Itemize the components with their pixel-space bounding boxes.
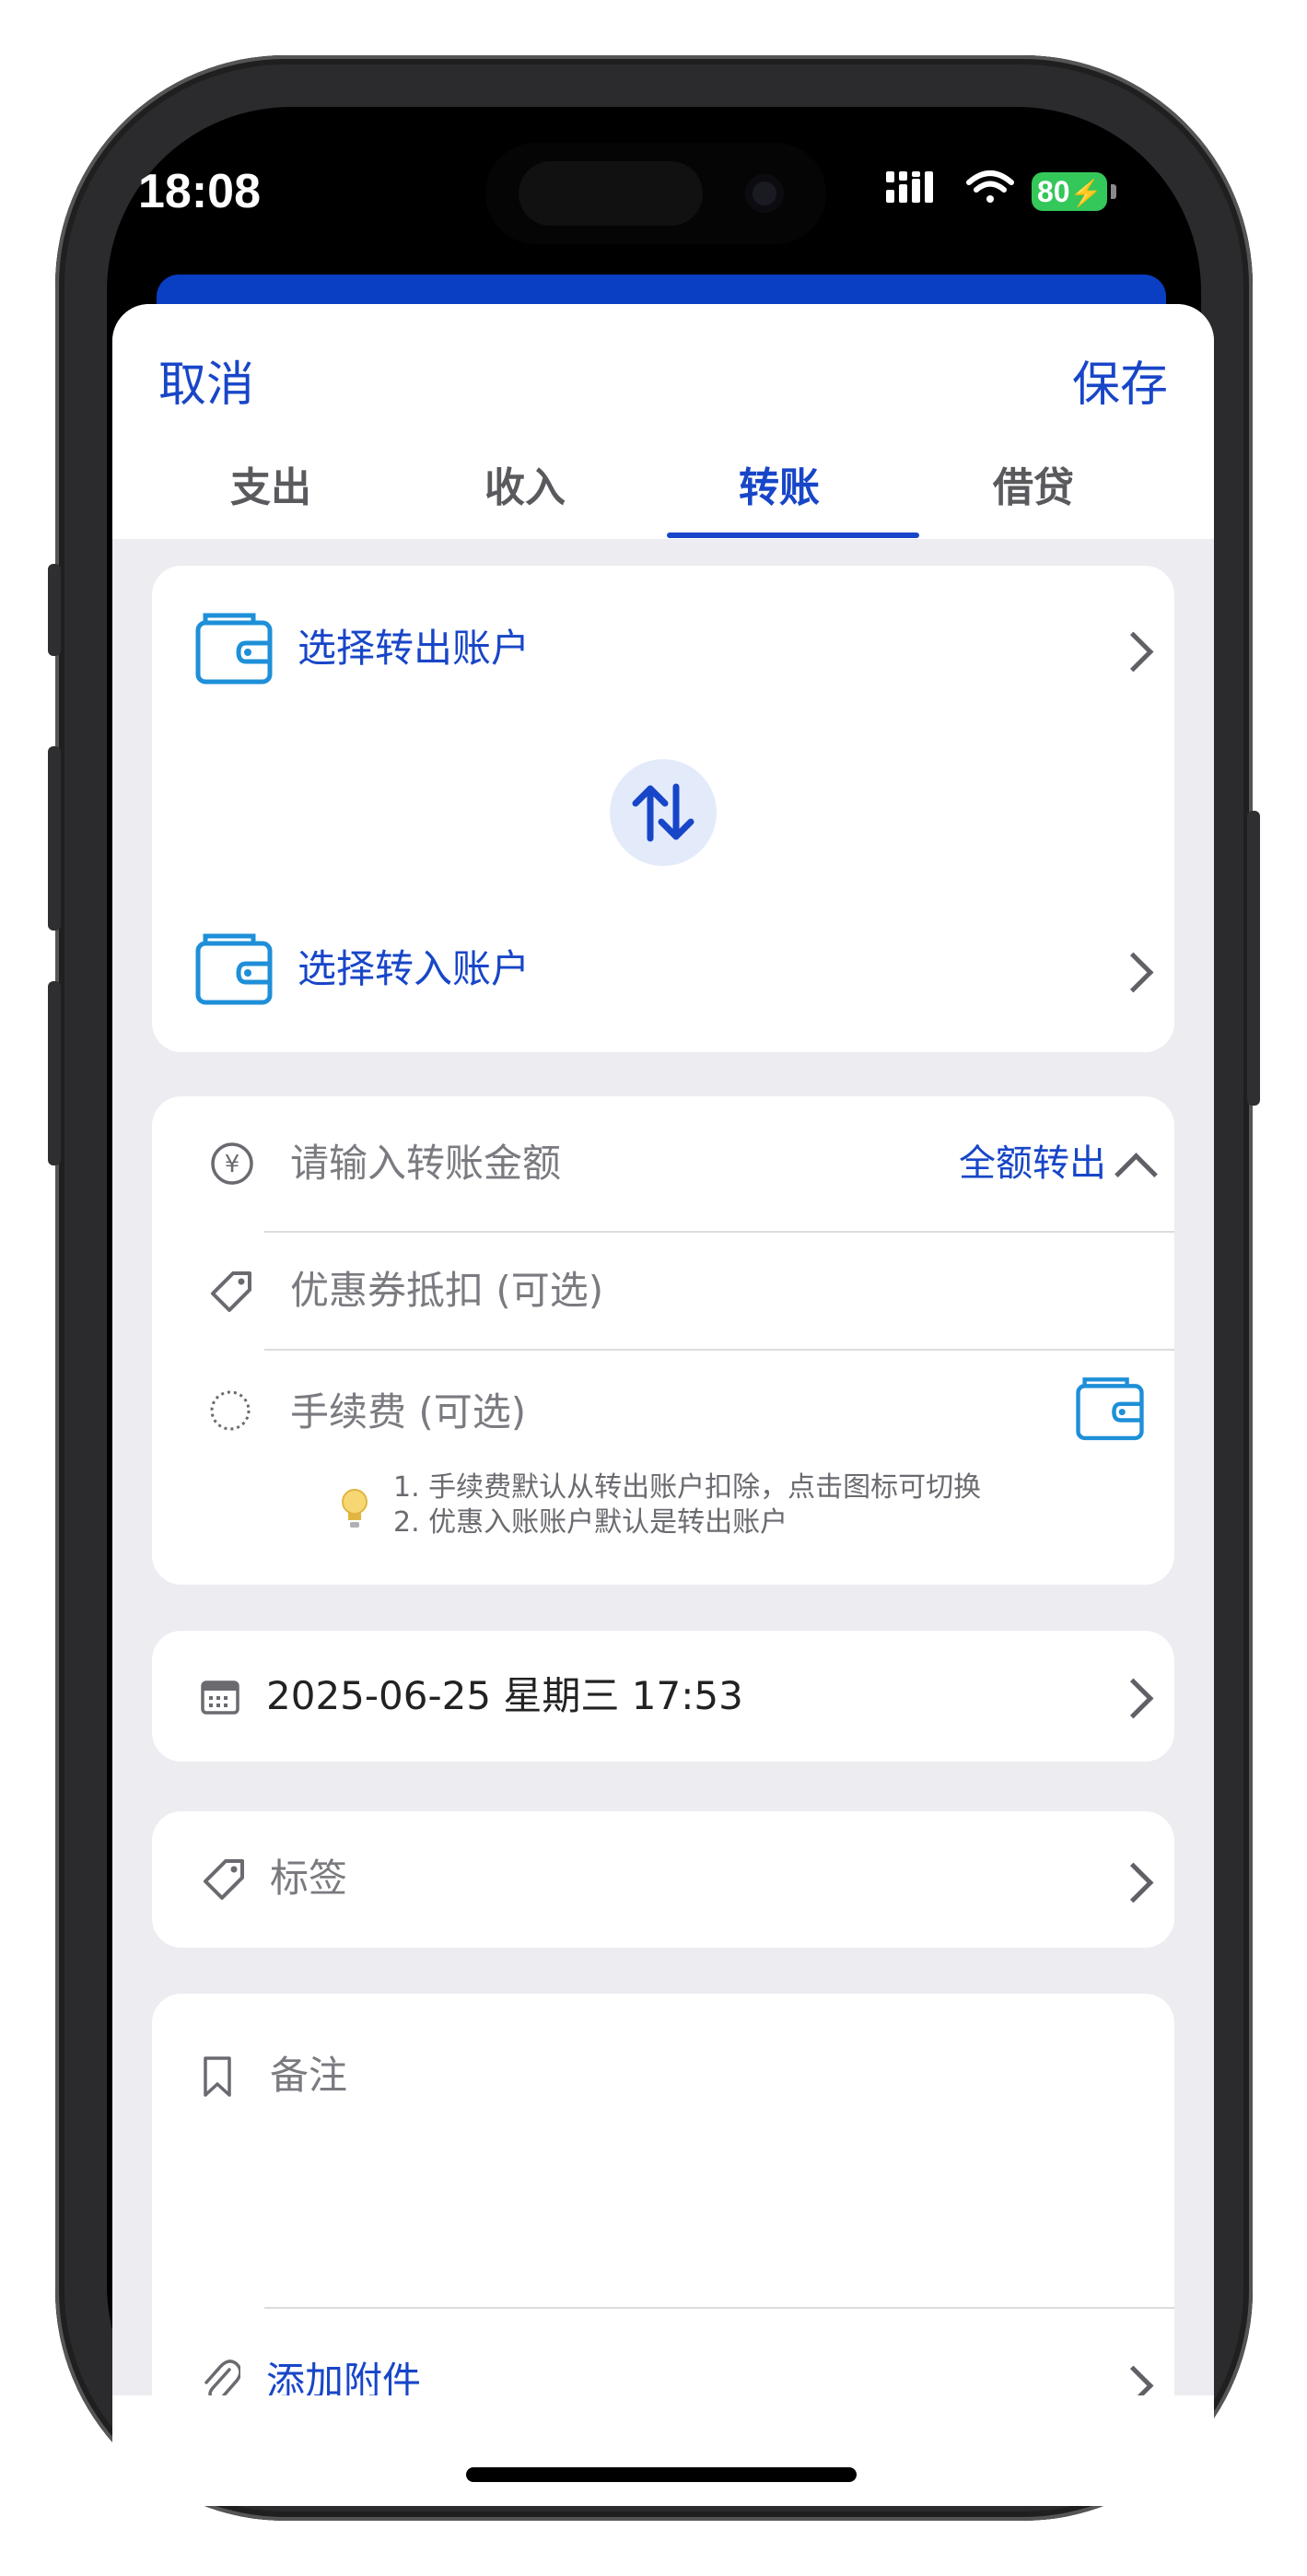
fee-tips: 1. 手续费默认从转出账户扣除，点击图标可切换 2. 优惠入账账户默认是转出账户	[152, 1470, 1174, 1563]
notes-input[interactable]: 备注	[270, 2043, 347, 2108]
swap-accounts-button[interactable]	[610, 759, 717, 866]
swap-arrows-icon	[632, 783, 694, 842]
phone-action-button	[48, 564, 61, 656]
fee-input[interactable]: 手续费 (可选)	[290, 1380, 526, 1445]
fee-tip-line-2: 2. 优惠入账账户默认是转出账户	[393, 1506, 788, 1539]
chevron-up-icon[interactable]	[1114, 1153, 1158, 1196]
full-transfer-button[interactable]: 全额转出	[959, 1131, 1106, 1196]
coupon-row[interactable]: 优惠券抵扣 (可选)	[152, 1233, 1174, 1349]
from-account-row[interactable]: 选择转出账户	[152, 566, 1174, 732]
transaction-sheet: 取消 保存 支出 收入 转账 借贷 选择转出账户 选择转入账户 ¥ 请输入转账金…	[112, 304, 1214, 2465]
home-indicator[interactable]	[466, 2467, 857, 2482]
signal-icon	[886, 171, 933, 203]
wifi-icon	[966, 170, 1014, 203]
fee-account-wallet-icon[interactable]	[1075, 1375, 1145, 1445]
amount-row[interactable]: ¥ 请输入转账金额 全额转出	[152, 1096, 1174, 1231]
dashed-circle-icon	[210, 1390, 251, 1431]
amount-input[interactable]: 请输入转账金额	[290, 1131, 561, 1196]
coupon-input[interactable]: 优惠券抵扣 (可选)	[290, 1259, 603, 1323]
svg-text:¥: ¥	[225, 1151, 240, 1178]
yen-icon: ¥	[211, 1142, 253, 1185]
to-account-label: 选择转入账户	[298, 946, 531, 991]
dynamic-island	[485, 143, 826, 244]
bottom-safe-area	[112, 2395, 1214, 2506]
accounts-card: 选择转出账户 选择转入账户	[152, 566, 1174, 1052]
active-tab-indicator	[667, 533, 919, 538]
notes-card: 备注 添加附件	[152, 1994, 1174, 2465]
tab-transfer[interactable]: 转账	[652, 442, 906, 534]
battery-level: 80	[1037, 175, 1070, 208]
chevron-right-icon	[1113, 1678, 1154, 1719]
battery-charging-icon: 80⚡	[1032, 172, 1107, 211]
chevron-right-icon	[1113, 1862, 1154, 1903]
tags-label: 标签	[270, 1856, 348, 1901]
tab-expense[interactable]: 支出	[144, 442, 398, 534]
datetime-value: 2025-06-25 星期三 17:53	[266, 1673, 743, 1718]
phone-volume-up-button	[48, 746, 61, 931]
bookmark-icon	[204, 2056, 231, 2097]
tab-loan[interactable]: 借贷	[906, 442, 1161, 534]
sheet-header: 取消 保存 支出 收入 转账 借贷	[112, 304, 1214, 539]
battery-tip	[1111, 184, 1116, 199]
wallet-icon	[195, 933, 273, 1005]
phone-volume-down-button	[48, 981, 61, 1165]
fee-tip-line-1: 1. 手续费默认从转出账户扣除，点击图标可切换	[393, 1471, 982, 1504]
tab-income[interactable]: 收入	[398, 442, 652, 534]
tags-card[interactable]: 标签	[152, 1811, 1174, 1948]
calendar-icon	[201, 1680, 239, 1715]
wallet-icon	[195, 613, 273, 685]
fee-row[interactable]: 手续费 (可选)	[152, 1351, 1174, 1470]
front-camera-icon	[745, 174, 784, 213]
to-account-row[interactable]: 选择转入账户	[152, 886, 1174, 1052]
status-time: 18:08	[138, 165, 261, 218]
lightbulb-icon	[342, 1489, 368, 1528]
save-button[interactable]: 保存	[1072, 348, 1168, 422]
datetime-card[interactable]: 2025-06-25 星期三 17:53	[152, 1631, 1174, 1762]
tag-icon	[211, 1271, 251, 1312]
chevron-right-icon	[1113, 952, 1154, 993]
from-account-label: 选择转出账户	[298, 626, 531, 671]
tag-icon	[204, 1859, 244, 1900]
chevron-right-icon	[1113, 631, 1154, 673]
phone-power-button	[1247, 811, 1260, 1106]
cancel-button[interactable]: 取消	[158, 348, 254, 422]
amount-card: ¥ 请输入转账金额 全额转出 优惠券抵扣 (可选) 手续费 (可选) 1. 手续…	[152, 1096, 1174, 1585]
